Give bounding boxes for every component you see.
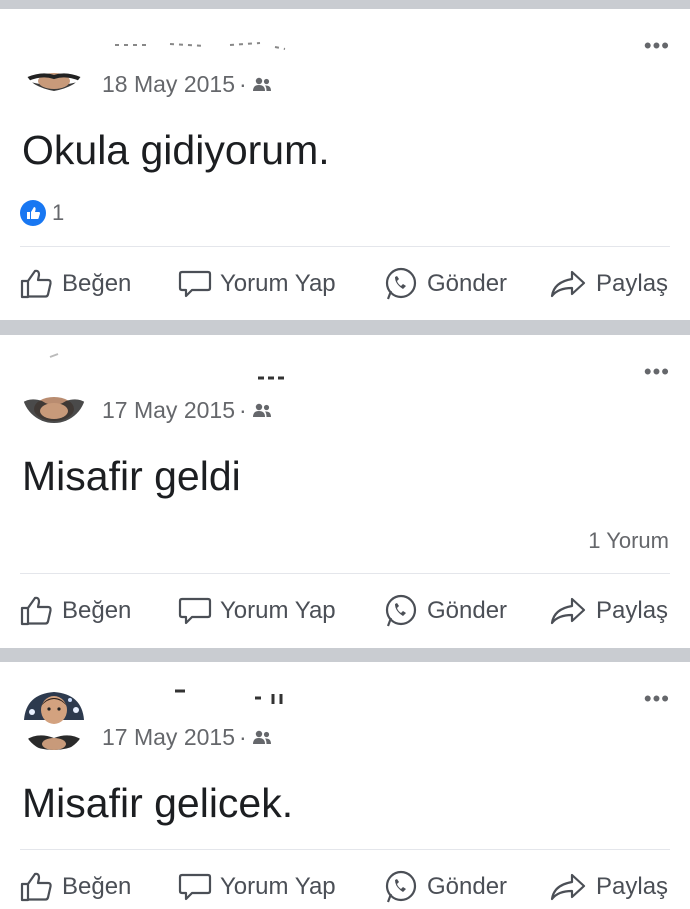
friends-icon [252,730,271,744]
friends-icon [252,403,271,417]
comment-label: Yorum Yap [220,270,336,297]
meta-dot: · [238,724,247,750]
feed-separator [0,320,690,335]
send-label: Gönder [427,270,508,297]
like-button[interactable]: Beğen [20,865,131,909]
like-label: Beğen [62,597,132,624]
redacted-author-name [258,376,284,380]
post-card: ••• 18 May 2015 · Okula gidiyorum. 1 Beğ… [0,9,690,320]
meta-dot: · [238,71,247,97]
like-button[interactable]: Beğen [20,262,131,306]
comment-icon [178,873,212,901]
whatsapp-icon [385,267,417,300]
share-label: Paylaş [596,597,669,624]
thumbs-up-icon [20,269,52,299]
share-icon [550,270,586,298]
comment-button[interactable]: Yorum Yap [178,865,336,909]
share-button[interactable]: Paylaş [548,865,668,909]
avatar[interactable] [22,359,86,423]
post-text: Misafir geldi [22,453,241,499]
like-reaction-icon [20,200,46,226]
post-actions: Beğen Yorum Yap Gönder Paylaş [0,865,690,909]
whatsapp-icon [385,870,417,903]
post-date[interactable]: 17 May 2015 [102,397,235,424]
comment-button[interactable]: Yorum Yap [178,589,336,633]
post-date[interactable]: 17 May 2015 [102,724,235,751]
thumbs-up-icon [20,872,52,902]
post-date[interactable]: 18 May 2015 [102,71,235,98]
post-meta: 17 May 2015 · [102,724,272,751]
comment-button[interactable]: Yorum Yap [178,262,336,306]
send-button[interactable]: Gönder [383,589,507,633]
more-options-button[interactable]: ••• [644,361,670,383]
avatar[interactable] [22,688,86,752]
send-button[interactable]: Gönder [383,865,507,909]
send-label: Gönder [427,597,508,624]
comment-label: Yorum Yap [220,597,336,624]
share-label: Paylaş [596,873,669,900]
divider [20,246,670,247]
avatar[interactable] [22,27,86,91]
more-options-button[interactable]: ••• [644,688,670,710]
share-button[interactable]: Paylaş [548,262,668,306]
divider [20,573,670,574]
post-card: ••• 17 May 2015 · Misafir gelicek. Beğen… [0,662,690,908]
share-icon [550,597,586,625]
post-meta: 17 May 2015 · [102,397,272,424]
like-label: Beğen [62,270,132,297]
post-actions: Beğen Yorum Yap Gönder Paylaş [0,589,690,633]
share-label: Paylaş [596,270,669,297]
divider [20,849,670,850]
more-options-button[interactable]: ••• [644,35,670,57]
like-label: Beğen [62,873,132,900]
whatsapp-icon [385,594,417,627]
share-button[interactable]: Paylaş [548,589,668,633]
send-button[interactable]: Gönder [383,262,507,306]
avatar-image [22,688,86,752]
like-button[interactable]: Beğen [20,589,131,633]
feed-separator [0,648,690,662]
comment-icon [178,270,212,298]
meta-dot: · [238,397,247,423]
share-icon [550,873,586,901]
post-meta: 18 May 2015 · [102,71,272,98]
comment-count-link[interactable]: 1 Yorum [588,528,669,554]
thumbs-up-icon [20,596,52,626]
post-actions: Beğen Yorum Yap Gönder Paylaş [0,262,690,306]
comment-icon [178,597,212,625]
reaction-summary[interactable]: 1 [20,200,64,226]
feed-separator [0,0,690,9]
comment-label: Yorum Yap [220,873,336,900]
redacted-author-name [175,689,283,704]
reaction-count: 1 [52,200,65,225]
send-label: Gönder [427,873,508,900]
avatar-image [22,27,86,91]
post-card: ••• 17 May 2015 · Misafir geldi 1 Yorum … [0,335,690,648]
avatar-image [22,359,86,423]
redacted-author-name [115,42,286,50]
friends-icon [252,77,271,91]
post-text: Misafir gelicek. [22,780,294,826]
post-text: Okula gidiyorum. [22,127,330,173]
